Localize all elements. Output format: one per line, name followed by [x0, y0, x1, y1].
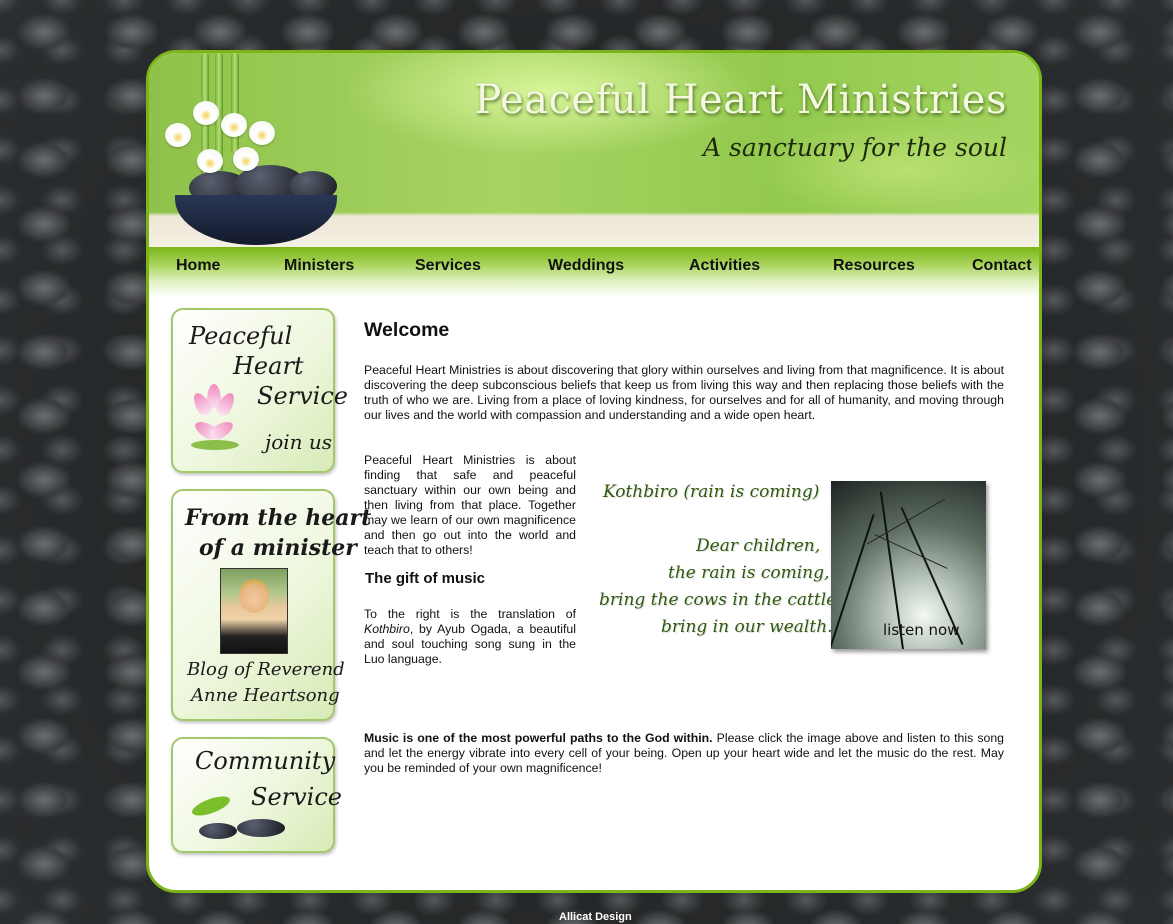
kothbiro-image-link[interactable]: Kothbiro (rain is coming) Dear children,…: [599, 473, 1001, 673]
nav-services[interactable]: Services: [415, 257, 481, 275]
sidebar-blog-banner[interactable]: From the heart of a minister Blog of Rev…: [171, 489, 371, 721]
nav-resources[interactable]: Resources: [833, 257, 915, 275]
footer-credit[interactable]: Allicat Design: [559, 911, 632, 923]
orchid-flower: [221, 113, 247, 137]
orchid-flower: [165, 123, 191, 147]
blog-subtitle-line2: Anne Heartsong: [191, 685, 340, 706]
nav-activities[interactable]: Activities: [689, 257, 760, 275]
lyric-line-3: bring the cows in the cattle,: [599, 590, 842, 610]
orchid-flower: [197, 149, 223, 173]
sanctuary-paragraph: Peaceful Heart Ministries is about findi…: [364, 453, 576, 557]
orchid-flower: [249, 121, 275, 145]
lyric-line-4: bring in our wealth.: [661, 617, 833, 637]
music-text-start: To the right is the translation of: [364, 607, 576, 621]
music-paragraph: To the right is the translation of Kothb…: [364, 607, 576, 667]
song-title: Kothbiro: [364, 622, 410, 636]
lyric-line-1: Dear children,: [696, 536, 821, 556]
nav-ministers[interactable]: Ministers: [284, 257, 354, 275]
orchid-flower: [193, 101, 219, 125]
site-title: Peaceful Heart Ministries: [474, 77, 1007, 123]
minister-avatar: [220, 568, 288, 654]
closing-paragraph: Music is one of the most powerful paths …: [364, 731, 1004, 776]
nav-home[interactable]: Home: [176, 257, 220, 275]
page-frame: Peaceful Heart Ministries A sanctuary fo…: [146, 50, 1042, 893]
header-banner: Peaceful Heart Ministries A sanctuary fo…: [149, 53, 1039, 247]
zen-stones-icon: [237, 819, 285, 837]
service-title-line1: Peaceful: [189, 322, 293, 350]
orchid-flower: [233, 147, 259, 171]
nav-weddings[interactable]: Weddings: [548, 257, 624, 275]
sidebar-service-banner[interactable]: Peaceful Heart Service join us: [171, 308, 348, 473]
service-title-line3: Service: [257, 382, 348, 410]
blog-subtitle-line1: Blog of Reverend: [187, 659, 345, 680]
site-tagline: A sanctuary for the soul: [703, 133, 1007, 162]
main-nav: Home Ministers Services Weddings Activit…: [149, 247, 1039, 297]
blog-title-line1: From the heart: [185, 505, 372, 531]
bamboo-decoration: [231, 53, 239, 153]
closing-bold-text: Music is one of the most powerful paths …: [364, 731, 713, 745]
community-title-line2: Service: [251, 783, 342, 811]
song-image-title: Kothbiro (rain is coming): [603, 482, 820, 502]
leaf-icon: [189, 792, 233, 820]
bowl-image: [175, 195, 337, 245]
join-us-label: join us: [265, 430, 333, 454]
blog-title-line2: of a minister: [199, 535, 357, 561]
music-heading: The gift of music: [365, 570, 485, 587]
rain-tree-photo: listen now: [831, 481, 986, 649]
sidebar-community-banner[interactable]: Community Service: [171, 737, 342, 853]
listen-now-label: listen now: [883, 621, 960, 639]
service-title-line2: Heart: [233, 352, 304, 380]
lyric-line-2: the rain is coming,: [668, 563, 830, 583]
intro-paragraph: Peaceful Heart Ministries is about disco…: [364, 363, 1004, 422]
community-title-line1: Community: [195, 747, 336, 775]
nav-contact[interactable]: Contact: [972, 257, 1032, 275]
lotus-icon: [185, 378, 245, 458]
zen-stones-icon: [199, 823, 237, 839]
page-title: Welcome: [364, 319, 450, 341]
